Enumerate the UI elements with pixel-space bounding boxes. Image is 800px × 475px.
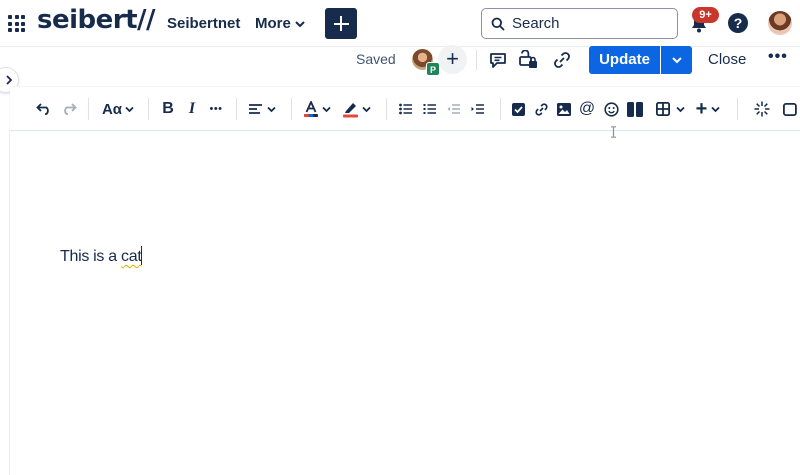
text-color-icon bbox=[303, 100, 318, 117]
mention-label: @ bbox=[578, 100, 596, 117]
notifications-badge: 9+ bbox=[692, 7, 719, 23]
more-formatting-button[interactable]: ••• bbox=[205, 87, 227, 131]
chevron-down-icon bbox=[675, 106, 685, 112]
text-style-label: Aα bbox=[101, 100, 123, 118]
layout-columns-icon bbox=[627, 101, 643, 117]
insert-label: + bbox=[695, 97, 708, 120]
emoji-button[interactable] bbox=[601, 87, 621, 131]
bold-label: B bbox=[162, 100, 174, 117]
outdent-icon bbox=[447, 104, 460, 114]
highlight-icon bbox=[343, 102, 358, 117]
nav-more-label: More bbox=[255, 15, 291, 32]
divider bbox=[500, 98, 501, 120]
divider bbox=[737, 98, 738, 120]
bullet-list-icon bbox=[399, 103, 412, 115]
editor-paragraph[interactable]: This is a cat bbox=[60, 246, 143, 266]
ai-assist-button[interactable] bbox=[752, 87, 772, 131]
redo-button[interactable] bbox=[58, 87, 78, 131]
nav-more[interactable]: More bbox=[255, 15, 305, 32]
video-button[interactable] bbox=[782, 87, 800, 131]
insert-dropdown[interactable]: + bbox=[692, 87, 724, 131]
chevron-down-icon bbox=[711, 106, 720, 112]
undo-icon bbox=[35, 103, 49, 115]
chevron-down-icon bbox=[125, 106, 134, 112]
divider bbox=[236, 98, 237, 120]
update-button[interactable]: Update bbox=[589, 46, 660, 74]
action-item-button[interactable] bbox=[508, 87, 528, 131]
search-input[interactable]: Search bbox=[481, 8, 678, 39]
spellcheck-flagged-word[interactable]: cat bbox=[121, 248, 142, 265]
layouts-button[interactable] bbox=[624, 87, 646, 131]
create-button[interactable] bbox=[325, 8, 357, 39]
profile-avatar[interactable] bbox=[768, 11, 792, 35]
redo-icon bbox=[63, 103, 77, 115]
emoji-icon bbox=[603, 101, 619, 117]
text-cursor-icon bbox=[611, 126, 616, 138]
chevron-down-icon bbox=[295, 20, 305, 27]
image-icon bbox=[557, 102, 571, 116]
italic-label: I bbox=[188, 100, 196, 117]
bold-button[interactable]: B bbox=[158, 87, 178, 131]
link-icon bbox=[534, 102, 548, 116]
divider bbox=[386, 98, 387, 120]
more-formatting-label: ••• bbox=[209, 103, 223, 115]
invite-button[interactable]: + bbox=[438, 45, 467, 74]
editor-border bbox=[9, 130, 10, 475]
nav-seibertnet[interactable]: Seibertnet bbox=[167, 15, 240, 32]
text-caret bbox=[141, 246, 143, 265]
paragraph-text: This is a bbox=[60, 248, 122, 265]
chevron-down-icon bbox=[321, 106, 331, 112]
highlight-dropdown[interactable] bbox=[342, 87, 372, 131]
chevron-down-icon bbox=[671, 57, 682, 64]
restrictions-icon[interactable] bbox=[518, 50, 538, 70]
search-placeholder: Search bbox=[512, 15, 560, 32]
numbered-list-button[interactable] bbox=[420, 87, 440, 131]
help-icon[interactable]: ? bbox=[728, 13, 748, 33]
mention-button[interactable]: @ bbox=[577, 87, 597, 131]
video-icon bbox=[783, 102, 797, 116]
chevron-right-icon bbox=[6, 75, 13, 85]
text-color-dropdown[interactable] bbox=[302, 87, 332, 131]
table-dropdown[interactable] bbox=[650, 87, 690, 131]
alignment-dropdown[interactable] bbox=[246, 87, 278, 131]
outdent-button[interactable] bbox=[444, 87, 464, 131]
search-icon bbox=[491, 17, 505, 31]
sparkle-icon bbox=[754, 101, 770, 117]
formatting-toolbar: Aα B I ••• @ + bbox=[10, 86, 800, 130]
insert-image-button[interactable] bbox=[554, 87, 574, 131]
divider bbox=[148, 98, 149, 120]
more-actions-button[interactable]: ••• bbox=[768, 48, 788, 66]
checkbox-icon bbox=[511, 102, 525, 116]
top-navigation: seibert// Seibertnet More Search 9+ ? bbox=[0, 0, 800, 47]
indent-button[interactable] bbox=[468, 87, 488, 131]
divider bbox=[476, 50, 477, 70]
numbered-list-icon bbox=[423, 104, 436, 114]
table-icon bbox=[655, 102, 670, 116]
app-switcher-icon[interactable] bbox=[8, 15, 25, 32]
align-left-icon bbox=[249, 104, 262, 114]
save-status: Saved bbox=[356, 51, 396, 67]
chevron-down-icon bbox=[362, 106, 371, 112]
link-icon[interactable] bbox=[552, 50, 572, 70]
comment-icon[interactable] bbox=[488, 50, 508, 70]
insert-link-button[interactable] bbox=[531, 87, 551, 131]
logo[interactable]: seibert// bbox=[37, 5, 156, 35]
text-style-dropdown[interactable]: Aα bbox=[100, 87, 136, 131]
italic-button[interactable]: I bbox=[182, 87, 202, 131]
bullet-list-button[interactable] bbox=[396, 87, 416, 131]
undo-button[interactable] bbox=[34, 87, 54, 131]
divider bbox=[291, 98, 292, 120]
indent-icon bbox=[471, 104, 484, 114]
divider bbox=[88, 98, 89, 120]
close-button[interactable]: Close bbox=[708, 51, 746, 68]
update-options-button[interactable] bbox=[661, 46, 692, 74]
chevron-down-icon bbox=[267, 106, 276, 112]
